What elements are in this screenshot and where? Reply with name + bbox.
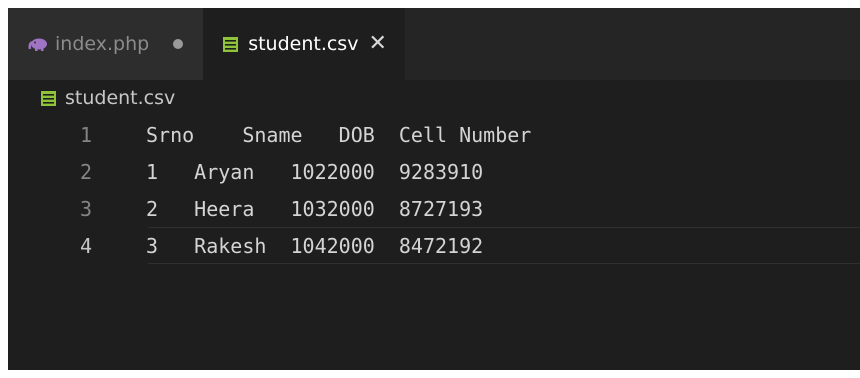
- line-number: 1: [79, 122, 92, 147]
- tab-label: student.csv: [248, 33, 359, 55]
- line-number: 4: [79, 233, 92, 258]
- php-elephant-icon: [28, 38, 47, 51]
- code-editor[interactable]: 1 Srno Sname DOB Cell Number 2 1 Aryan 1…: [8, 116, 860, 264]
- editor-window: index.php student.csv ✕ student.csv 1 Sr…: [8, 8, 860, 370]
- csv-table-icon: [223, 36, 239, 52]
- line-text[interactable]: 3 Rakesh 1042000 8472192: [146, 234, 483, 258]
- breadcrumb-label: student.csv: [65, 87, 176, 109]
- line-number: 2: [79, 159, 92, 184]
- modified-dot-icon[interactable]: [173, 39, 184, 49]
- line-text[interactable]: 1 Aryan 1022000 9283910: [146, 160, 483, 184]
- close-icon[interactable]: ✕: [368, 33, 386, 55]
- code-line[interactable]: 1 Srno Sname DOB Cell Number: [8, 116, 860, 153]
- breadcrumb[interactable]: student.csv: [8, 80, 860, 116]
- tab-bar: index.php student.csv ✕: [8, 8, 860, 80]
- line-number: 3: [79, 196, 92, 221]
- line-text[interactable]: 2 Heera 1032000 8727193: [146, 197, 483, 221]
- code-line[interactable]: 2 1 Aryan 1022000 9283910: [8, 153, 860, 190]
- csv-table-icon: [41, 90, 56, 106]
- tab-label: index.php: [55, 33, 150, 55]
- code-line[interactable]: 3 2 Heera 1032000 8727193: [8, 190, 860, 227]
- tab-index-php[interactable]: index.php: [8, 8, 204, 80]
- tab-student-csv[interactable]: student.csv ✕: [203, 8, 405, 80]
- code-line-current[interactable]: 4 3 Rakesh 1042000 8472192: [8, 227, 860, 264]
- line-text[interactable]: Srno Sname DOB Cell Number: [146, 123, 531, 147]
